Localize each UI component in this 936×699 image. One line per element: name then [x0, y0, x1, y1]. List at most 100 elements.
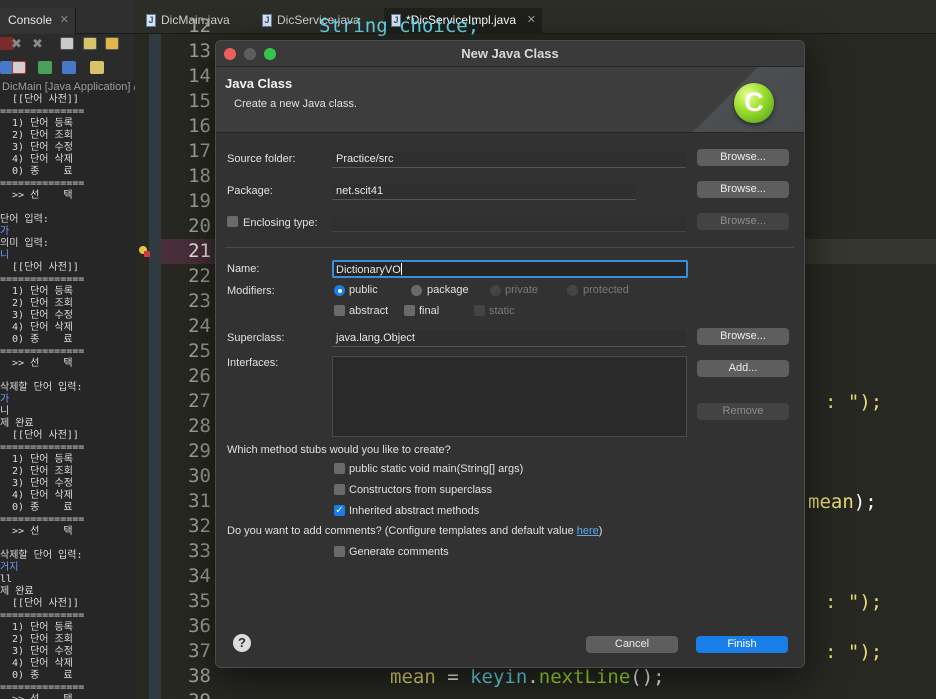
line-number: 23 — [188, 290, 211, 312]
code-line-37[interactable]: : "); — [825, 640, 882, 665]
source-folder-label: Source folder: — [227, 153, 296, 165]
scroll-lock-icon[interactable] — [83, 37, 97, 50]
remove-all-icon[interactable]: ✖ — [32, 37, 46, 50]
code-line-12[interactable]: String choice; — [319, 14, 479, 39]
console-line: 0) 종 료 — [0, 670, 73, 681]
wizard-header: Java Class — [225, 76, 293, 91]
superclass-browse-button[interactable]: Browse... — [697, 328, 789, 345]
console-line: 1) 단어 등록 — [0, 454, 73, 465]
open-console-icon[interactable] — [38, 61, 52, 74]
name-field[interactable]: DictionaryVO — [332, 260, 688, 278]
enclosing-type-browse-button[interactable]: Browse... — [697, 213, 789, 230]
source-folder-field[interactable]: Practice/src — [332, 151, 686, 168]
code-line-38[interactable]: mean = keyin.nextLine(); — [390, 665, 665, 690]
constructors-stub-label: Constructors from superclass — [349, 484, 493, 496]
package-browse-button[interactable]: Browse... — [697, 181, 789, 198]
console-line: 1) 단어 등록 — [0, 118, 73, 129]
console-output[interactable]: [[단어 사전]] ============== 1) 단어 등록 2) 단어 조… — [0, 94, 135, 699]
console-line: >> 선 택 — [0, 526, 73, 537]
line-number: 18 — [188, 165, 211, 187]
java-file-icon: J — [262, 14, 272, 27]
maximize-window-button[interactable] — [264, 48, 276, 60]
code-var: mean — [808, 491, 854, 513]
line-number: 37 — [188, 640, 211, 662]
modifiers-label: Modifiers: — [227, 285, 275, 297]
console-line: 니 — [0, 250, 10, 261]
minimize-window-button[interactable] — [244, 48, 256, 60]
inherited-methods-label: Inherited abstract methods — [349, 505, 480, 517]
main-stub-label: public static void main(String[] args) — [349, 463, 524, 475]
console-line: ll — [0, 574, 13, 585]
java-file-icon: J — [146, 14, 156, 27]
display-console-dropdown-icon[interactable] — [62, 61, 76, 74]
console-line: 삭제할 단어 입력: — [0, 382, 83, 393]
generate-comments-checkbox[interactable] — [334, 546, 345, 557]
code-text: : "); — [825, 591, 883, 613]
cancel-button[interactable]: Cancel — [586, 636, 678, 653]
close-icon[interactable]: ✕ — [527, 13, 536, 26]
comments-question-text: Do you want to add comments? (Configure … — [227, 525, 577, 537]
console-line: 2) 단어 조회 — [0, 130, 73, 141]
abstract-checkbox-label: abstract — [349, 305, 389, 317]
superclass-field[interactable]: java.lang.Object — [332, 330, 686, 347]
name-value: DictionaryVO — [336, 264, 401, 276]
line-number: 25 — [188, 340, 211, 362]
word-wrap-icon[interactable] — [105, 37, 119, 50]
error-marker-icon[interactable] — [138, 245, 150, 257]
console-tab[interactable]: Console ✕ — [0, 8, 76, 34]
console-line: 의미 입력: — [0, 238, 49, 249]
clear-console-icon[interactable] — [60, 37, 74, 50]
new-console-icon[interactable] — [90, 61, 104, 74]
console-line: 4) 단어 삭제 — [0, 154, 73, 165]
code-text: . — [527, 666, 539, 688]
line-number: 32 — [188, 515, 211, 537]
display-selected-icon[interactable] — [12, 61, 26, 74]
final-checkbox[interactable] — [404, 305, 415, 316]
interfaces-list[interactable] — [332, 356, 687, 437]
private-radio[interactable] — [490, 285, 501, 296]
close-window-button[interactable] — [224, 48, 236, 60]
editor-tabbar: J DicMain.java J DicService.java J *DicS… — [135, 0, 936, 34]
package-radio[interactable] — [411, 285, 422, 296]
code-line-31[interactable]: mean); — [808, 490, 877, 515]
console-line: 삭제할 단어 입력: — [0, 550, 83, 561]
dialog-titlebar[interactable]: New Java Class — [216, 41, 804, 67]
static-checkbox[interactable] — [474, 305, 485, 316]
console-line: ============== — [0, 682, 85, 693]
text-cursor — [400, 263, 402, 275]
remove-launch-icon[interactable]: ✖ — [11, 37, 25, 50]
close-icon[interactable]: ✕ — [60, 13, 69, 26]
public-radio[interactable] — [334, 285, 345, 296]
line-number: 39 — [161, 689, 211, 699]
help-button[interactable]: ? — [233, 634, 251, 652]
console-line: 3) 단어 수정 — [0, 646, 73, 657]
remove-interface-button[interactable]: Remove — [697, 403, 789, 420]
enclosing-type-field[interactable] — [332, 215, 686, 232]
line-number: 30 — [188, 465, 211, 487]
code-line-27[interactable]: : "); — [825, 390, 882, 415]
package-field[interactable]: net.scit41 — [332, 183, 636, 200]
final-checkbox-label: final — [419, 305, 440, 317]
inherited-methods-checkbox[interactable]: ✓ — [334, 505, 345, 516]
code-line-35[interactable]: : "); — [825, 590, 882, 615]
class-wizard-icon: C — [734, 83, 774, 123]
finish-button[interactable]: Finish — [696, 636, 788, 653]
name-label: Name: — [227, 263, 260, 275]
enclosing-type-checkbox[interactable] — [227, 216, 238, 227]
add-interface-button[interactable]: Add... — [697, 360, 789, 377]
source-folder-browse-button[interactable]: Browse... — [697, 149, 789, 166]
wizard-description: Create a new Java class. — [234, 98, 357, 110]
console-line: 니 — [0, 406, 10, 417]
protected-radio[interactable] — [567, 285, 578, 296]
line-number: 19 — [188, 190, 211, 212]
line-number: 27 — [188, 390, 211, 412]
abstract-checkbox[interactable] — [334, 305, 345, 316]
console-tab-label: Console — [8, 13, 53, 27]
main-stub-checkbox[interactable] — [334, 463, 345, 474]
separator — [225, 247, 794, 248]
constructors-stub-checkbox[interactable] — [334, 484, 345, 495]
line-number: 35 — [188, 590, 211, 612]
configure-templates-link[interactable]: here — [577, 525, 599, 537]
console-line: 4) 단어 삭제 — [0, 658, 73, 669]
